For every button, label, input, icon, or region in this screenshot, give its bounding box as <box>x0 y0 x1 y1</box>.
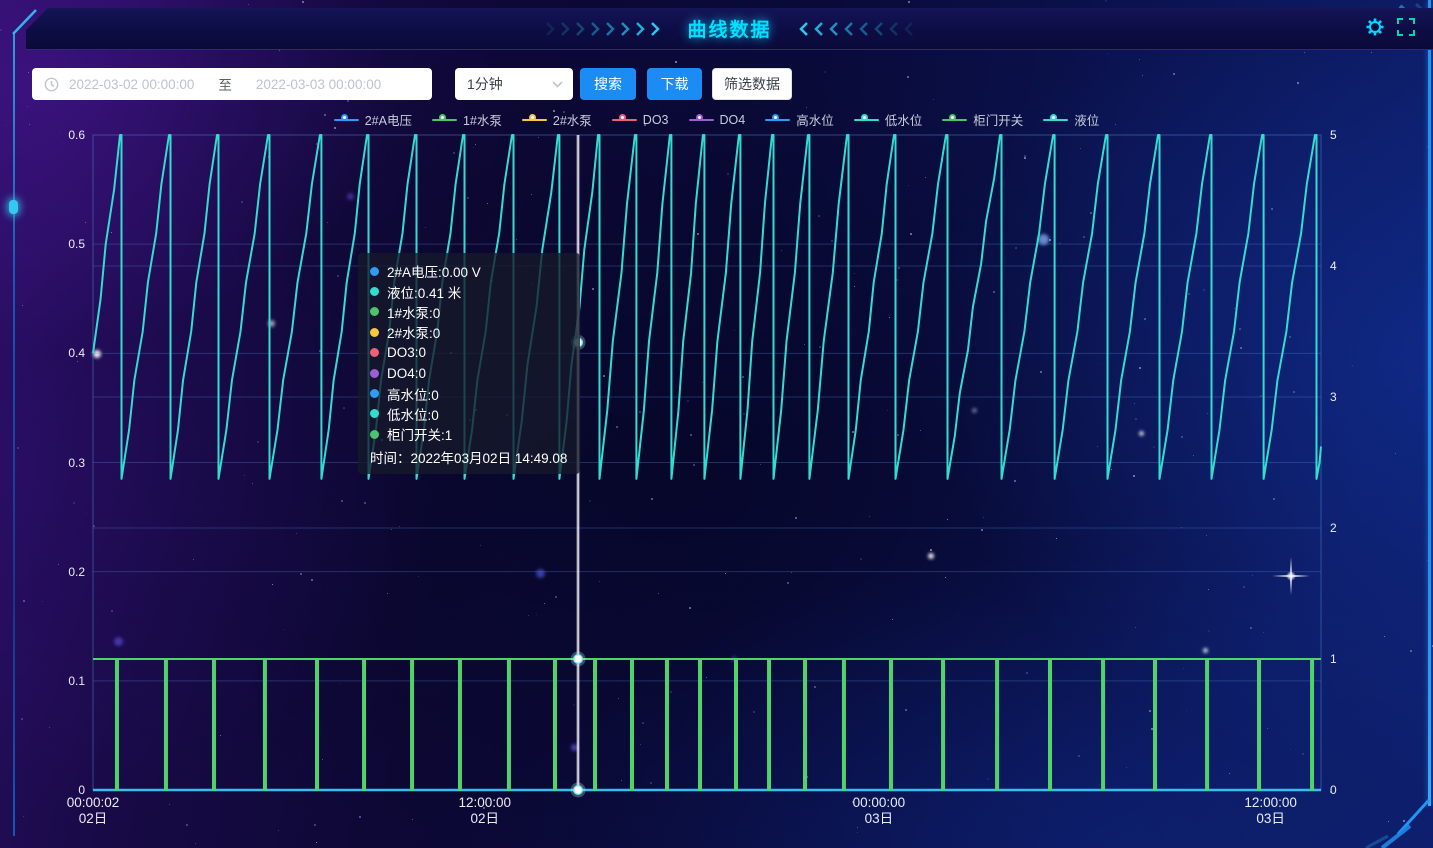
tooltip-row-text: 柜门开关:1 <box>387 424 452 444</box>
tooltip-row-text: 1#水泵:0 <box>387 302 440 322</box>
tooltip-series-dot <box>370 307 379 316</box>
tooltip-row-text: 液位:0.41 米 <box>387 282 461 302</box>
tooltip-row-低水位: 低水位:0 <box>370 404 568 424</box>
tooltip-row-DO4: DO4:0 <box>370 363 568 383</box>
series-line-柜门开关 <box>93 659 1321 790</box>
tooltip-row-液位: 液位:0.41 米 <box>370 281 568 301</box>
y-right-tick-3: 3 <box>1330 390 1360 404</box>
tooltip-row-text: 2#A电压:0.00 V <box>387 261 481 281</box>
tooltip-series-dot <box>370 409 379 418</box>
y-left-tick-0.2: 0.2 <box>33 565 85 579</box>
tooltip-row-2#水泵: 2#水泵:0 <box>370 322 568 342</box>
chart-canvas[interactable] <box>0 0 1433 848</box>
crosshair-marker-baseline <box>574 786 583 795</box>
crosshair-marker-柜门开关 <box>574 655 583 664</box>
y-right-tick-4: 4 <box>1330 259 1360 273</box>
tooltip-series-dot <box>370 430 379 439</box>
tooltip-series-dot <box>370 328 379 337</box>
tooltip-row-text: 低水位:0 <box>387 404 439 424</box>
tooltip-row-text: DO4:0 <box>387 366 426 381</box>
y-left-tick-0.5: 0.5 <box>33 237 85 251</box>
y-left-tick-0.4: 0.4 <box>33 346 85 360</box>
x-axis-tick-12:00:00-02日: 12:00:0002日 <box>420 795 550 827</box>
tooltip-series-dot <box>370 287 379 296</box>
curve-chart[interactable]: 00.10.20.30.40.50.601234500:00:0202日12:0… <box>0 0 1433 848</box>
y-right-tick-1: 1 <box>1330 652 1360 666</box>
series-line-液位 <box>93 135 1321 479</box>
tooltip-row-2#A电压: 2#A电压:0.00 V <box>370 261 568 281</box>
y-left-tick-0.1: 0.1 <box>33 674 85 688</box>
chart-tooltip: 2#A电压:0.00 V液位:0.41 米1#水泵:02#水泵:0 DO3:0 DO… <box>358 253 580 474</box>
tooltip-row-text: 高水位:0 <box>387 384 439 404</box>
y-right-tick-5: 5 <box>1330 128 1360 142</box>
tooltip-row-高水位: 高水位:0 <box>370 383 568 403</box>
tooltip-row-DO3: DO3:0 <box>370 343 568 363</box>
tooltip-row-text: DO3:0 <box>387 345 426 360</box>
y-left-tick-0.6: 0.6 <box>33 128 85 142</box>
y-right-tick-2: 2 <box>1330 521 1360 535</box>
x-axis-tick-12:00:00-03日: 12:00:0003日 <box>1206 795 1336 827</box>
x-axis-tick-00:00:00-03日: 00:00:0003日 <box>814 795 944 827</box>
tooltip-series-dot <box>370 369 379 378</box>
x-axis-tick-00:00:02-02日: 00:00:0202日 <box>28 795 158 827</box>
tooltip-series-dot <box>370 348 379 357</box>
tooltip-row-柜门开关: 柜门开关:1 <box>370 424 568 444</box>
tooltip-row-1#水泵: 1#水泵:0 <box>370 302 568 322</box>
tooltip-row-text: 2#水泵:0 <box>387 322 440 342</box>
tooltip-series-dot <box>370 267 379 276</box>
y-left-tick-0.3: 0.3 <box>33 456 85 470</box>
tooltip-time: 时间：2022年03月02日 14:49.08 <box>370 447 568 467</box>
tooltip-series-dot <box>370 389 379 398</box>
